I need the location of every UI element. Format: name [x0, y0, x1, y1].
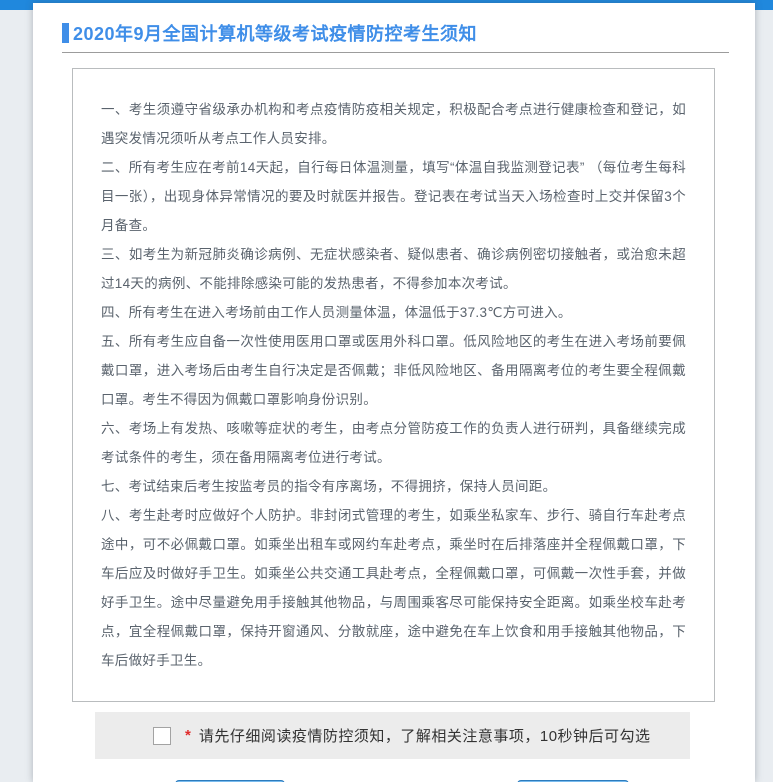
- consent-checkbox[interactable]: [153, 727, 171, 745]
- consent-bar: * 请先仔细阅读疫情防控须知，了解相关注意事项，10秒钟后可勾选: [95, 712, 690, 759]
- notice-paragraph: 二、所有考生应在考前14天起，自行每日体温测量，填写“体温自我监测登记表” （每…: [101, 153, 686, 240]
- notice-paragraph: 三、如考生为新冠肺炎确诊病例、无症状感染者、疑似患者、确诊病例密切接触者，或治愈…: [101, 240, 686, 298]
- notice-paragraph: 一、考生须遵守省级承办机构和考点疫情防疫相关规定，积极配合考点进行健康检查和登记…: [101, 95, 686, 153]
- consent-label: 请先仔细阅读疫情防控须知，了解相关注意事项，10秒钟后可勾选: [199, 725, 651, 746]
- main-card: 2020年9月全国计算机等级考试疫情防控考生须知 一、考生须遵守省级承办机构和考…: [33, 3, 755, 782]
- notice-paragraph: 四、所有考生在进入考场前由工作人员测量体温，体温低于37.3℃方可进入。: [101, 298, 686, 327]
- title-accent-block: [62, 23, 69, 43]
- notice-paragraph: 八、考生赴考时应做好个人防护。非封闭式管理的考生，如乘坐私家车、步行、骑自行车赴…: [101, 501, 686, 675]
- notice-paragraph: 五、所有考生应自备一次性使用医用口罩或医用外科口罩。低风险地区的考生在进入考场前…: [101, 327, 686, 414]
- page-title-row: 2020年9月全国计算机等级考试疫情防控考生须知: [62, 20, 729, 46]
- required-asterisk: *: [185, 727, 191, 744]
- title-divider: [62, 52, 729, 53]
- notice-paragraph: 六、考场上有发热、咳嗽等症状的考生，由考点分管防疫工作的负责人进行研判，具备继续…: [101, 414, 686, 472]
- notice-paragraph: 七、考试结束后考生按监考员的指令有序离场，不得拥挤，保持人员间距。: [101, 472, 686, 501]
- notice-box: 一、考生须遵守省级承办机构和考点疫情防疫相关规定，积极配合考点进行健康检查和登记…: [72, 68, 715, 702]
- page-title: 2020年9月全国计算机等级考试疫情防控考生须知: [73, 20, 477, 46]
